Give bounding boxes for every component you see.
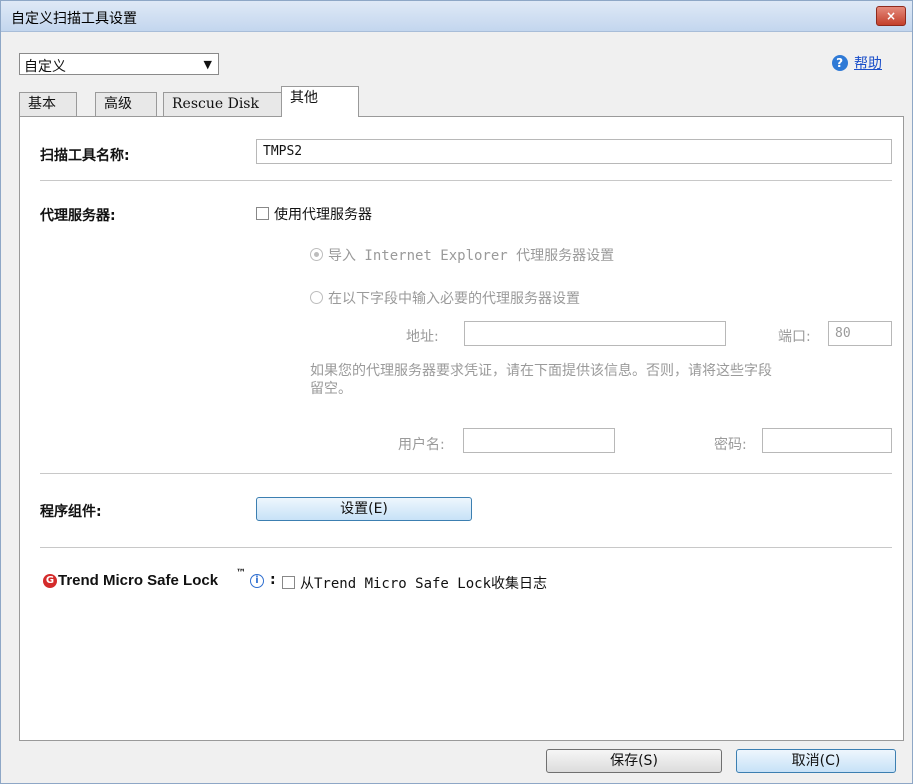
username-input[interactable] — [463, 428, 615, 453]
use-proxy-checkbox[interactable] — [256, 207, 269, 220]
tab-rescue-disk-label: Rescue Disk — [172, 96, 259, 112]
safe-lock-logs-label: 从Trend Micro Safe Lock收集日志 — [300, 576, 548, 592]
safe-lock-logo-icon: G — [43, 574, 57, 588]
components-settings-button[interactable]: 设置(E) — [256, 497, 472, 521]
components-label: 程序组件: — [40, 504, 102, 520]
title-bar: 自定义扫描工具设置 × — [1, 1, 912, 32]
divider — [40, 180, 892, 181]
safe-lock-colon: : — [270, 572, 276, 588]
tab-basic[interactable]: 基本 — [19, 92, 77, 116]
close-icon: × — [885, 9, 897, 23]
help-icon: ? — [831, 55, 848, 71]
safe-lock-trademark: ™ — [236, 568, 246, 579]
address-label: 地址: — [406, 329, 439, 345]
help-label[interactable]: 帮助 — [854, 56, 882, 72]
proxy-ie-label: 导入 Internet Explorer 代理服务器设置 — [328, 248, 615, 264]
divider — [40, 547, 892, 548]
scan-tool-name-input[interactable]: TMPS2 — [256, 139, 892, 164]
safe-lock-logs-checkbox[interactable] — [282, 576, 295, 589]
window-title: 自定义扫描工具设置 — [11, 11, 137, 27]
tab-rescue-disk[interactable]: Rescue Disk — [163, 92, 283, 116]
help-link[interactable]: ? 帮助 — [831, 53, 882, 73]
tab-advanced-label: 高级 — [104, 96, 132, 112]
proxy-ie-radio[interactable] — [310, 248, 323, 261]
proxy-label: 代理服务器: — [40, 208, 116, 224]
proxy-manual-label: 在以下字段中输入必要的代理服务器设置 — [328, 291, 580, 307]
tab-basic-label: 基本 — [28, 96, 56, 112]
tab-advanced[interactable]: 高级 — [95, 92, 157, 116]
close-button[interactable]: × — [876, 6, 906, 26]
preset-dropdown[interactable]: 自定义 ▼ — [19, 53, 219, 75]
dialog-window: 自定义扫描工具设置 × 自定义 ▼ ? 帮助 基本 高级 Rescue Disk… — [0, 0, 913, 784]
preset-value: 自定义 — [24, 59, 66, 75]
use-proxy-label: 使用代理服务器 — [274, 207, 372, 223]
safe-lock-logo-glyph: G — [45, 575, 55, 586]
port-input[interactable]: 80 — [828, 321, 892, 346]
tab-other-label: 其他 — [290, 90, 318, 106]
username-label: 用户名: — [398, 437, 445, 453]
credential-note-line1: 如果您的代理服务器要求凭证，请在下面提供该信息。否则，请将这些字段 — [310, 363, 772, 379]
save-button[interactable]: 保存(S) — [546, 749, 722, 773]
cancel-button[interactable]: 取消(C) — [736, 749, 896, 773]
divider — [40, 473, 892, 474]
credential-note-line2: 留空。 — [310, 381, 352, 397]
chevron-down-icon: ▼ — [203, 58, 212, 71]
password-label: 密码: — [714, 437, 747, 453]
password-input[interactable] — [762, 428, 892, 453]
info-icon-glyph: i — [255, 575, 259, 586]
address-input[interactable] — [464, 321, 726, 346]
safe-lock-label: Trend Micro Safe Lock — [58, 572, 219, 589]
tab-other[interactable]: 其他 — [281, 86, 359, 117]
proxy-manual-radio[interactable] — [310, 291, 323, 304]
info-icon[interactable]: i — [250, 574, 264, 588]
scan-tool-name-label: 扫描工具名称: — [40, 148, 130, 164]
port-label: 端口: — [778, 329, 811, 345]
tab-panel-other: 扫描工具名称: TMPS2 代理服务器: 使用代理服务器 导入 Internet… — [19, 116, 904, 741]
